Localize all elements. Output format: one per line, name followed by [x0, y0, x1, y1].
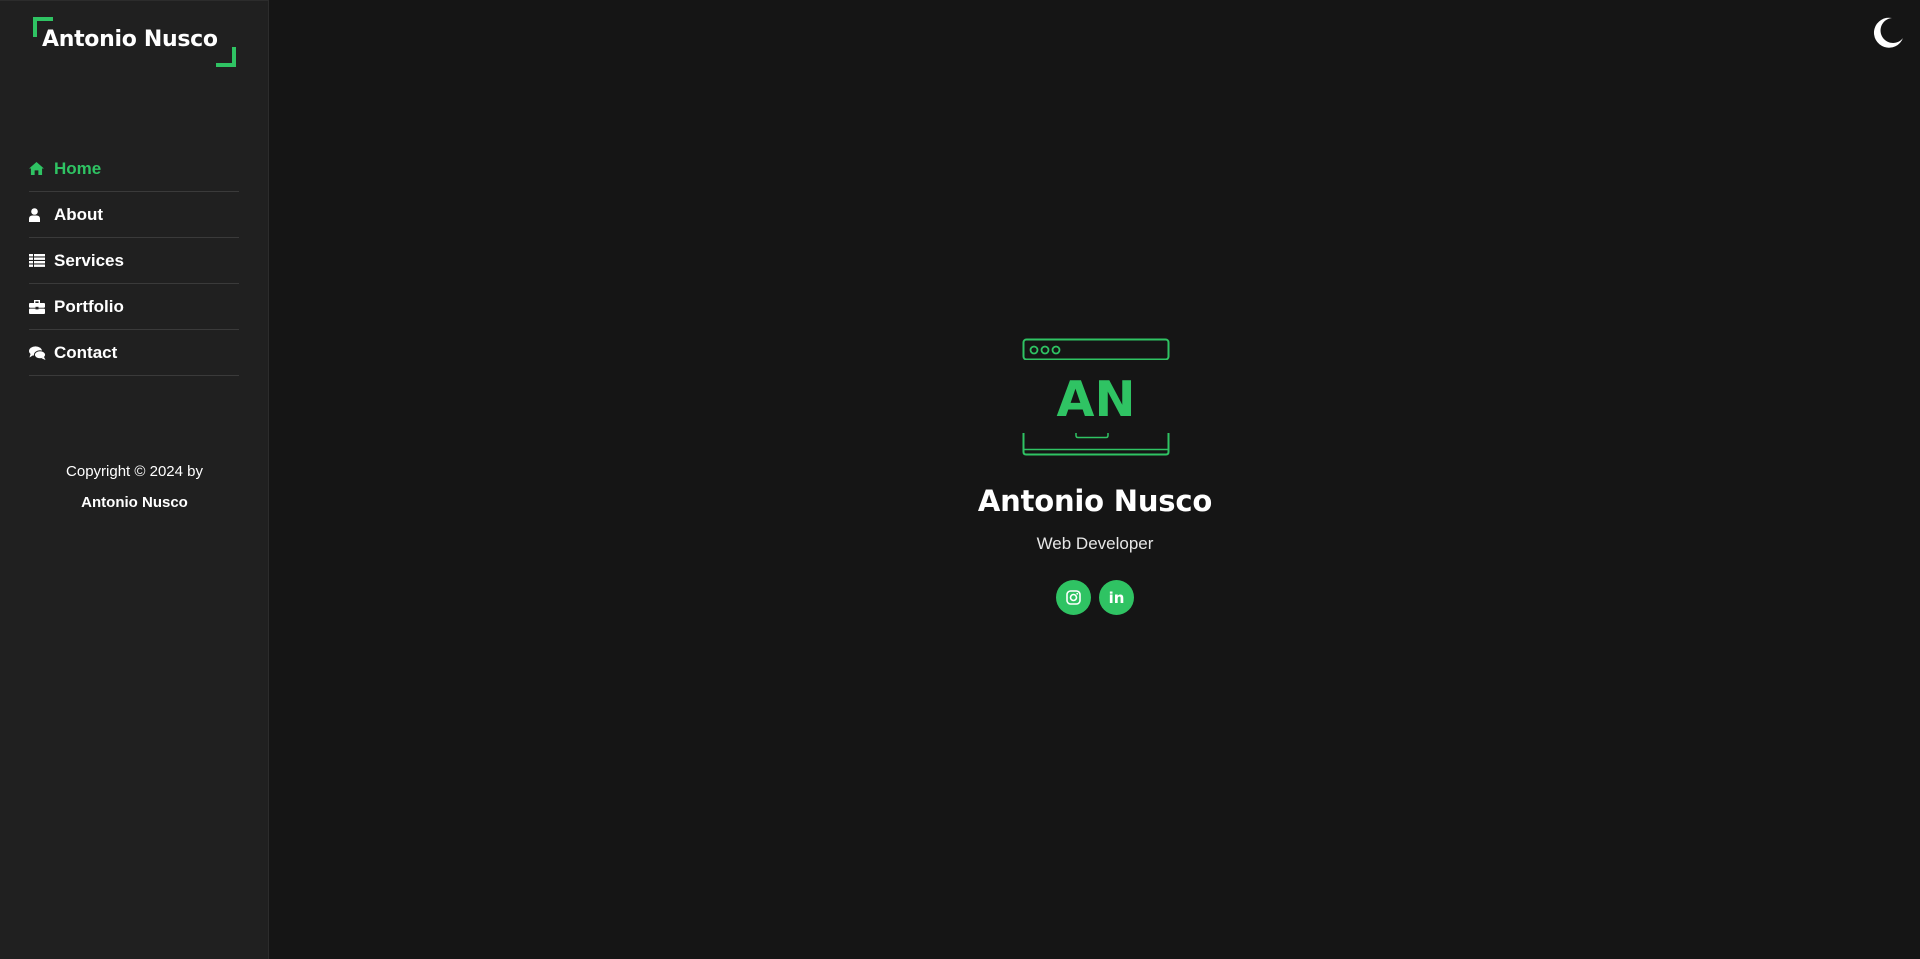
comments-icon	[29, 343, 49, 363]
linkedin-icon: in	[1108, 588, 1125, 607]
logo-text: Antonio Nusco	[42, 27, 218, 52]
sidebar: Antonio Nusco Home About Services Portfo…	[0, 0, 269, 959]
nav-item-contact[interactable]: Contact	[29, 330, 239, 376]
main-nav: Home About Services Portfolio Contact	[29, 146, 239, 376]
logo-corner-bottom-right	[216, 47, 236, 67]
nav-item-label: Home	[54, 158, 102, 178]
list-icon	[29, 251, 49, 271]
hero-section: AN Antonio Nusco Web Developer in	[270, 0, 1920, 959]
hero-role: Web Developer	[1036, 534, 1154, 553]
browser-window-icon: AN	[1022, 338, 1170, 456]
copyright-author: Antonio Nusco	[81, 494, 188, 511]
user-icon	[29, 205, 49, 225]
instagram-icon	[1066, 590, 1081, 605]
site-logo[interactable]: Antonio Nusco	[33, 17, 236, 67]
monogram-text: AN	[1057, 371, 1136, 428]
nav-item-label: Contact	[54, 342, 118, 362]
nav-item-services[interactable]: Services	[29, 238, 239, 284]
nav-item-home[interactable]: Home	[29, 146, 239, 192]
hero-name: Antonio Nusco	[977, 484, 1213, 518]
nav-item-about[interactable]: About	[29, 192, 239, 238]
briefcase-icon	[29, 297, 49, 317]
linkedin-button[interactable]: in	[1099, 580, 1134, 615]
monogram-logo: AN	[1022, 338, 1170, 456]
nav-item-portfolio[interactable]: Portfolio	[29, 284, 239, 330]
copyright: Copyright © 2024 by Antonio Nusco	[0, 456, 269, 518]
social-links: in	[1056, 580, 1134, 615]
nav-item-label: Services	[54, 250, 124, 270]
home-icon	[29, 159, 49, 179]
instagram-button[interactable]	[1056, 580, 1091, 615]
copyright-line: Copyright © 2024 by	[66, 463, 203, 480]
nav-item-label: About	[54, 204, 104, 224]
nav-item-label: Portfolio	[54, 296, 124, 316]
